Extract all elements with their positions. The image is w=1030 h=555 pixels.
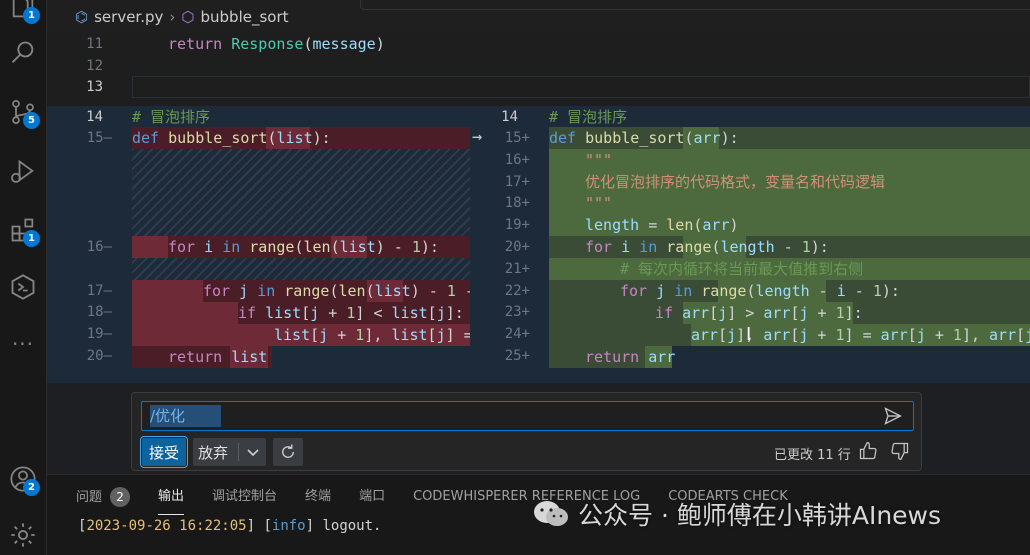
changed-lines-label: 已更改 11 行 <box>774 448 851 463</box>
line-number: 20+ <box>504 239 530 255</box>
explorer-icon[interactable]: 1 <box>6 0 40 24</box>
thumbs-down-icon[interactable] <box>890 441 910 461</box>
log-level: info <box>271 518 306 534</box>
code-line[interactable]: length = len(arr) <box>585 214 739 236</box>
line-number: 15+ <box>504 130 530 146</box>
code-line[interactable]: for j in range(len(list) - 1 - <box>203 280 470 302</box>
code-line[interactable]: if arr[j] > arr[j + 1]: <box>655 302 863 324</box>
line-number: 12 <box>86 58 103 74</box>
code-line[interactable]: for j in range(length - i - 1): <box>620 280 900 302</box>
code-line[interactable]: for i in range(length - 1): <box>585 236 829 258</box>
accept-button[interactable]: 接受 <box>140 436 188 468</box>
code-line[interactable]: 优化冒泡排序的代码格式，变量名和代码逻辑 <box>585 171 885 193</box>
code-line[interactable]: """ <box>585 149 612 171</box>
tab-problems[interactable]: 问题 2 <box>76 487 131 511</box>
original-pane[interactable]: # 冒泡排序 def bubble_sort(list): for i in r… <box>132 106 470 383</box>
line-number: 19— <box>86 326 112 342</box>
line-number: 16+ <box>504 152 530 168</box>
activity-bar: 1 5 1 ··· 2 <box>0 0 47 555</box>
line-number: 16— <box>86 239 112 255</box>
chevron-down-icon[interactable] <box>243 441 263 463</box>
source-control-badge: 5 <box>23 112 40 129</box>
watermark: 公众号 · 鲍师傅在小韩讲AInews <box>532 497 941 531</box>
code-line[interactable]: """ <box>585 192 612 214</box>
discard-label: 放弃 <box>198 443 229 462</box>
breadcrumb-symbol[interactable]: bubble_sort <box>201 8 289 26</box>
line-number: 17+ <box>504 174 530 190</box>
line-number: 21+ <box>504 261 530 277</box>
code-line[interactable]: for i in range(len(list) - 1): <box>168 236 439 258</box>
log-timestamp: 2023-09-26 16:22:05 <box>86 518 247 534</box>
watermark-text: 公众号 · 鲍师傅在小韩讲AInews <box>578 501 942 530</box>
extensions-badge: 1 <box>23 230 40 247</box>
code-line[interactable]: return arr <box>585 346 675 368</box>
refresh-icon <box>282 444 294 458</box>
run-debug-icon[interactable] <box>6 155 40 189</box>
source-control-icon[interactable]: 5 <box>6 95 40 129</box>
regenerate-button[interactable] <box>273 438 303 466</box>
output-log-line: [2023-09-26 16:22:05] [info] logout. <box>78 518 382 534</box>
accounts-icon[interactable]: 2 <box>6 462 40 496</box>
thumbs-up-icon[interactable] <box>858 441 878 461</box>
line-number: 15— <box>86 130 112 146</box>
current-line-highlight <box>132 76 1030 98</box>
line-number: 18— <box>86 304 112 320</box>
line-number: 14 <box>86 109 103 125</box>
chevron-right-icon: › <box>169 7 176 26</box>
more-icon[interactable]: ··· <box>6 327 40 361</box>
extensions-icon[interactable]: 1 <box>6 213 40 247</box>
code-line[interactable]: return Response(message) <box>168 33 385 55</box>
chat-input[interactable]: /优化 <box>141 401 914 431</box>
python-file-icon: ⌬ <box>75 7 89 26</box>
line-number: 25+ <box>504 348 530 364</box>
method-cube-icon: ⬡ <box>181 7 195 26</box>
code-line[interactable]: # 每次内循环将当前最大值推到右侧 <box>620 258 863 280</box>
tab-strip-edge <box>360 0 1030 10</box>
code-line[interactable]: list[j + 1], list[j] = <box>274 324 470 346</box>
accounts-badge: 2 <box>23 479 40 496</box>
code-line[interactable]: # 冒泡排序 <box>132 106 210 128</box>
code-line[interactable]: # 冒泡排序 <box>549 106 627 128</box>
tab-debug-console[interactable]: 调试控制台 <box>212 487 277 511</box>
tab-ports[interactable]: 端口 <box>359 487 385 511</box>
code-line[interactable]: if list[j + 1] < list[j]: <box>238 302 464 324</box>
code-line[interactable]: def bubble_sort(arr): <box>549 127 739 149</box>
diff-filler <box>132 149 470 236</box>
chat-input-value[interactable]: /优化 <box>150 405 222 427</box>
code-line[interactable]: return list <box>168 346 267 368</box>
inline-chat-widget: /优化 接受 放弃 已更改 11 行 <box>131 392 922 471</box>
line-number: 23+ <box>504 304 530 320</box>
line-number: 17— <box>86 283 112 299</box>
line-number: 13 <box>86 79 103 95</box>
line-number: 11 <box>86 36 103 52</box>
code-line[interactable]: arr[j], arr[j + 1] = arr[j + 1], arr[j] <box>691 324 1030 346</box>
wechat-logo-icon <box>534 501 568 526</box>
line-number: 24+ <box>504 326 530 342</box>
discard-button[interactable]: 放弃 <box>193 438 266 466</box>
problems-count-badge: 2 <box>110 487 131 507</box>
code-line[interactable]: def bubble_sort(list): <box>132 127 331 149</box>
line-number: 14 <box>501 109 518 125</box>
breadcrumb-file[interactable]: server.py <box>94 8 163 26</box>
modified-pane[interactable]: # 冒泡排序 def bubble_sort(arr): """ 优化冒泡排序的… <box>549 106 1030 383</box>
send-icon[interactable] <box>883 406 903 426</box>
line-number: 19+ <box>504 217 530 233</box>
line-number: 22+ <box>504 283 530 299</box>
explorer-badge: 1 <box>23 7 40 24</box>
tab-label: 问题 <box>76 490 103 505</box>
tab-terminal[interactable]: 终端 <box>305 487 331 511</box>
diff-filler <box>132 258 470 280</box>
remote-explorer-icon[interactable] <box>6 270 40 304</box>
log-message: logout. <box>322 518 382 534</box>
code-editor[interactable]: 11 return Response(message) 12 13 14 15—… <box>47 33 1030 383</box>
line-number: 20— <box>86 348 112 364</box>
text-cursor-icon: I <box>746 324 752 345</box>
tab-output[interactable]: 输出 <box>158 487 185 515</box>
button-divider <box>238 443 239 461</box>
line-number: 18+ <box>504 195 530 211</box>
gear-icon[interactable] <box>6 518 40 552</box>
search-icon[interactable] <box>6 36 40 70</box>
